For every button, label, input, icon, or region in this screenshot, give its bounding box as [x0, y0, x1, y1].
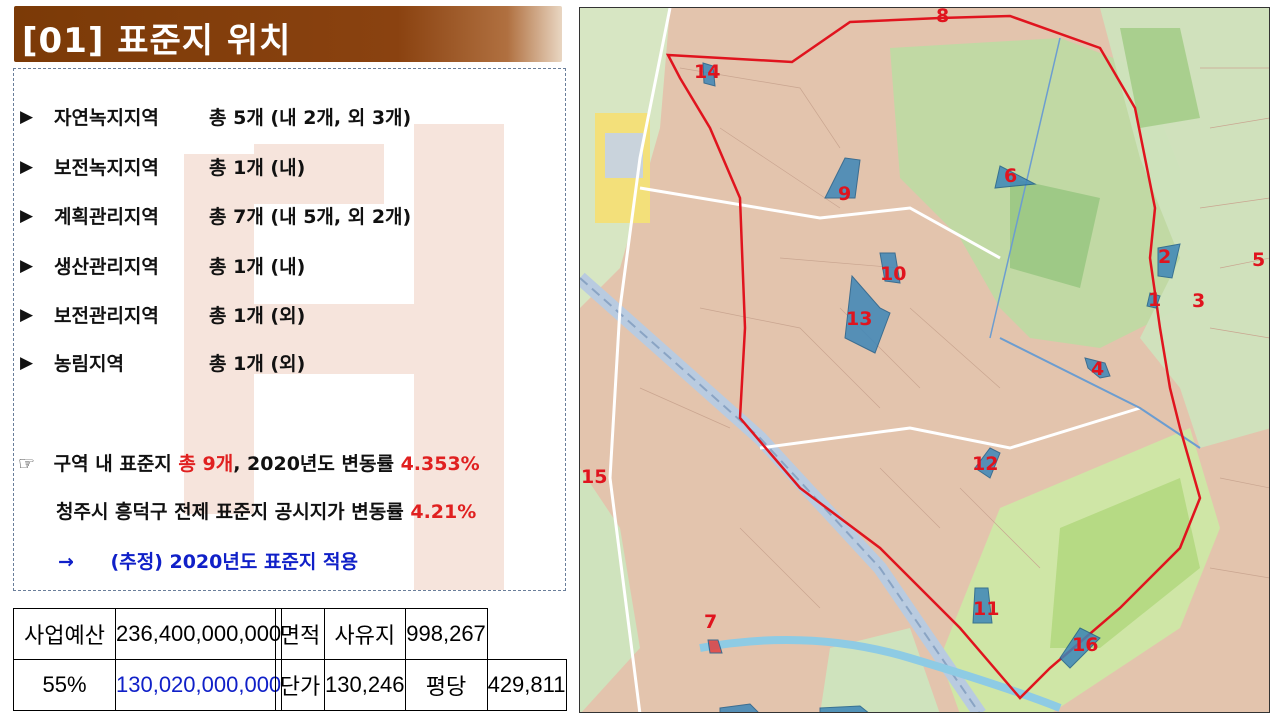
- table-row: 55% 130,020,000,000: [13, 659, 283, 711]
- zone-name: 농림지역: [54, 353, 124, 375]
- map-label: 14: [694, 61, 721, 83]
- table-cell: 236,400,000,000: [114, 608, 283, 660]
- map-label: 13: [846, 308, 873, 330]
- table-cell: 단가: [275, 659, 325, 711]
- note-text: 구역 내 표준지: [53, 453, 172, 475]
- page-title: [01] 표준지 위치: [22, 21, 292, 61]
- map-label: 10: [880, 263, 907, 285]
- table-row: 사업예산 236,400,000,000: [13, 608, 283, 660]
- map-label: 11: [973, 598, 1000, 620]
- note-line-1: ☞ 구역 내 표준지 총 9개, 2020년도 변동률 4.353%: [18, 449, 480, 476]
- note-text: (추정) 2020년도 표준지 적용: [110, 551, 358, 573]
- map-label: 5: [1252, 249, 1266, 271]
- zone-count: 총 1개 (내): [209, 157, 306, 179]
- map-label: 2: [1158, 246, 1172, 268]
- map-label: 7: [704, 611, 718, 633]
- table-cell: 130,246: [324, 659, 406, 711]
- table-row: 면적 사유지 998,267: [275, 608, 567, 660]
- rate-highlight: 4.21%: [410, 501, 477, 523]
- zone-count: 총 5개 (내 2개, 외 3개): [209, 107, 412, 129]
- zone-count: 총 7개 (내 5개, 외 2개): [209, 206, 412, 228]
- zone-count: 총 1개 (외): [209, 353, 306, 375]
- zone-name: 생산관리지역: [54, 256, 159, 278]
- table-cell: 면적: [275, 608, 325, 660]
- note-line-3: → (추정) 2020년도 표준지 적용: [58, 547, 358, 574]
- map-label: 9: [838, 183, 852, 205]
- note-highlight: 총 9개: [178, 453, 234, 475]
- zone-summary-box: ▶ 자연녹지지역 총 5개 (내 2개, 외 3개) ▶ 보전녹지지역 총 1개…: [13, 68, 566, 591]
- table-cell: [486, 608, 567, 660]
- note-text: 청주시 흥덕구 전제 표준지 공시지가 변동률: [56, 501, 404, 523]
- zone-name: 보전관리지역: [54, 305, 159, 327]
- map-label: 12: [972, 453, 999, 475]
- pointing-hand-icon: ☞: [18, 453, 36, 475]
- zone-name: 계획관리지역: [54, 206, 159, 228]
- table-row: 단가 130,246 평당 429,811: [275, 659, 567, 711]
- table-cell: 평당: [404, 659, 488, 711]
- table-cell: 55%: [13, 659, 116, 711]
- note-text: , 2020년도 변동률: [233, 453, 394, 475]
- triangle-bullet-icon: ▶: [20, 305, 34, 325]
- zone-count: 총 1개 (내): [209, 256, 306, 278]
- map-label: 8: [936, 7, 950, 27]
- zone-count: 총 1개 (외): [209, 305, 306, 327]
- triangle-bullet-icon: ▶: [20, 353, 34, 373]
- triangle-bullet-icon: ▶: [20, 157, 34, 177]
- triangle-bullet-icon: ▶: [20, 206, 34, 226]
- triangle-bullet-icon: ▶: [20, 107, 34, 127]
- triangle-bullet-icon: ▶: [20, 256, 34, 276]
- map-label: 6: [1004, 165, 1018, 187]
- table-cell: 429,811: [486, 659, 567, 711]
- table-cell: 130,020,000,000: [114, 659, 283, 711]
- budget-table: 사업예산 236,400,000,000 55% 130,020,000,000: [13, 608, 283, 711]
- table-cell: 사유지: [324, 608, 406, 660]
- map-canvas: [580, 8, 1269, 712]
- arrow-icon: →: [58, 551, 74, 573]
- table-cell: 사업예산: [13, 608, 116, 660]
- table-cell: 998,267: [404, 608, 488, 660]
- map-label: 4: [1091, 358, 1105, 380]
- unit-price-table: 면적 사유지 998,267 단가 130,246 평당 429,811: [275, 608, 567, 711]
- rate-highlight: 4.353%: [400, 453, 480, 475]
- map-label: 3: [1192, 290, 1206, 312]
- zone-name: 자연녹지지역: [54, 107, 159, 129]
- note-line-2: 청주시 흥덕구 전제 표준지 공시지가 변동률 4.21%: [56, 497, 476, 524]
- cadastral-map[interactable]: 1 2 3 4 5 6 7 8 9 10 11 12 13 14 15 16: [579, 7, 1270, 713]
- zone-name: 보전녹지지역: [54, 157, 159, 179]
- title-bar: [01] 표준지 위치: [14, 6, 562, 62]
- map-label: 16: [1072, 634, 1099, 656]
- map-label: 1: [1148, 289, 1162, 311]
- map-label: 15: [581, 466, 608, 488]
